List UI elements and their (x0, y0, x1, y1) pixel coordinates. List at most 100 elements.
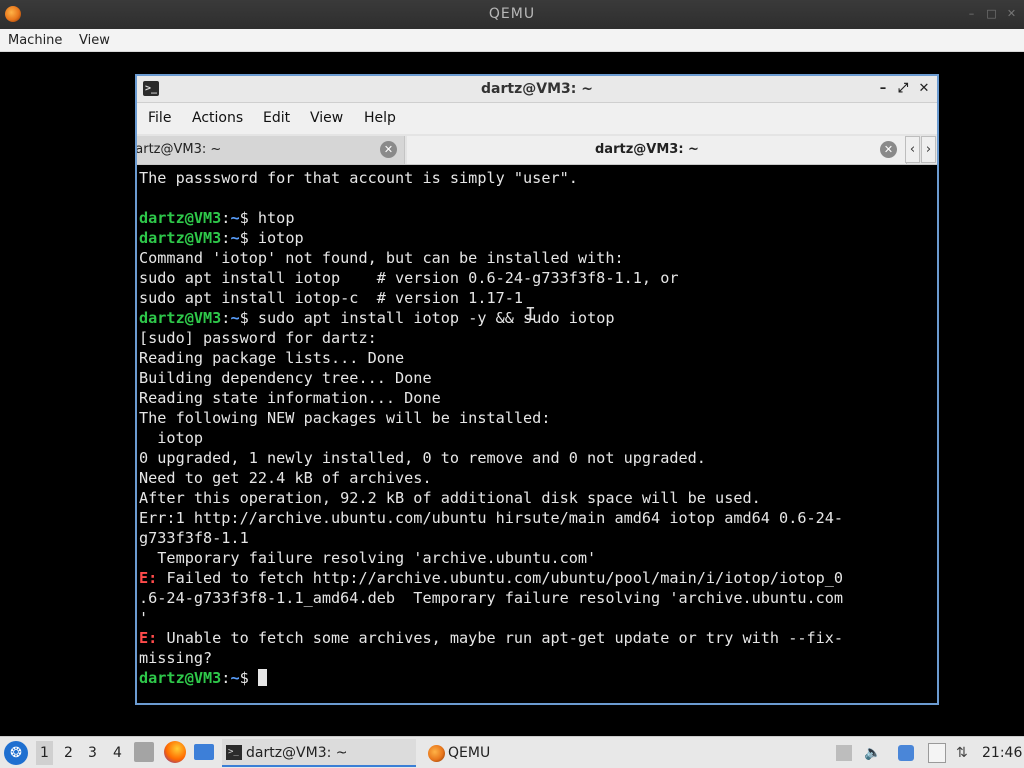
menu-view[interactable]: View (79, 33, 110, 48)
output-text: ' (139, 609, 149, 627)
terminal-title: dartz@VM3: ~ (481, 81, 593, 97)
network-icon[interactable]: ⇅ (956, 745, 968, 768)
terminal-titlebar[interactable]: >_ dartz@VM3: ~ – ⤢ ✕ (137, 76, 937, 103)
output-text: missing? (139, 649, 213, 667)
error-text: Failed to fetch http://archive.ubuntu.co… (157, 569, 844, 587)
minimize-button[interactable]: – (875, 80, 891, 98)
error-text: Unable to fetch some archives, maybe run… (157, 629, 844, 647)
output-text: Command 'iotop' not found, but can be in… (139, 249, 624, 267)
tab-label: dartz@VM3: ~ (595, 142, 699, 157)
task-terminal-label: dartz@VM3: ~ (246, 745, 348, 761)
prompt-user: dartz@VM3 (139, 669, 222, 687)
qemu-window-title: QEMU (488, 6, 536, 22)
task-terminal[interactable]: >_ dartz@VM3: ~ (222, 739, 416, 767)
terminal-line: g733f3f8-1.1 (139, 528, 937, 548)
output-text: Building dependency tree... Done (139, 369, 432, 387)
terminal-output[interactable]: The passsword for that account is simply… (137, 166, 937, 703)
terminal-line: dartz@VM3:~$ iotop (139, 228, 937, 248)
terminal-line: Err:1 http://archive.ubuntu.com/ubuntu h… (139, 508, 937, 528)
menu-help[interactable]: Help (364, 110, 396, 126)
minimize-icon[interactable]: – (966, 8, 978, 20)
terminal-cursor (257, 669, 267, 686)
tab-label: dartz@VM3: ~ (137, 142, 222, 157)
output-text: Reading state information... Done (139, 389, 441, 407)
firefox-icon[interactable] (164, 741, 186, 763)
maximize-button[interactable]: ⤢ (895, 80, 911, 98)
file-manager-icon[interactable] (134, 742, 154, 762)
output-text: Temporary failure resolving 'archive.ubu… (139, 549, 597, 567)
tab-2[interactable]: dartz@VM3: ~ ✕ (407, 136, 907, 164)
terminal-line: Temporary failure resolving 'archive.ubu… (139, 548, 937, 568)
terminal-line: dartz@VM3:~$ sudo apt install iotop -y &… (139, 308, 937, 328)
terminal-line: sudo apt install iotop-c # version 1.17-… (139, 288, 937, 308)
start-menu-icon[interactable]: ❂ (4, 741, 28, 765)
maximize-icon[interactable]: □ (986, 8, 998, 20)
output-text: Err:1 http://archive.ubuntu.com/ubuntu h… (139, 509, 844, 527)
terminal-menubar: File Actions Edit View Help (137, 103, 937, 134)
volume-icon[interactable]: 🔈 (864, 745, 881, 768)
terminal-line: The passsword for that account is simply… (139, 168, 937, 188)
terminal-line: After this operation, 92.2 kB of additio… (139, 488, 937, 508)
terminal-line: [sudo] password for dartz: (139, 328, 937, 348)
error-tag: E: (139, 569, 158, 587)
prompt-path: ~ (230, 669, 240, 687)
prompt-path: ~ (230, 309, 240, 327)
tab-scroll-left-icon[interactable]: ‹ (905, 136, 920, 163)
menu-machine[interactable]: Machine (8, 33, 62, 48)
output-text: Reading package lists... Done (139, 349, 405, 367)
output-text: sudo apt install iotop-c # version 1.17-… (139, 289, 524, 307)
tab-bar: dartz@VM3: ~ ✕ dartz@VM3: ~ ✕ ‹ › (137, 134, 937, 165)
output-text: [sudo] password for dartz: (139, 329, 377, 347)
tab-close-icon[interactable]: ✕ (880, 141, 897, 158)
prompt-path: ~ (230, 209, 240, 227)
output-text: The passsword for that account is simply… (139, 169, 578, 187)
tab-scroll-right-icon[interactable]: › (921, 136, 936, 163)
tab-1[interactable]: dartz@VM3: ~ ✕ (137, 136, 405, 164)
notes-icon[interactable] (928, 743, 946, 763)
output-text: .6-24-g733f3f8-1.1_amd64.deb Temporary f… (139, 589, 844, 607)
workspace-4[interactable]: 4 (113, 745, 122, 768)
terminal-line: E: Failed to fetch http://archive.ubuntu… (139, 568, 937, 588)
prompt-command: $ iotop (239, 229, 304, 247)
clock[interactable]: 21:46 (982, 745, 1022, 768)
menu-actions[interactable]: Actions (192, 110, 243, 126)
terminal-line: .6-24-g733f3f8-1.1_amd64.deb Temporary f… (139, 588, 937, 608)
close-icon[interactable]: ✕ (1006, 8, 1018, 20)
output-text: The following NEW packages will be insta… (139, 409, 551, 427)
menu-view[interactable]: View (310, 110, 343, 126)
workspace-3[interactable]: 3 (88, 745, 97, 768)
prompt-user: dartz@VM3 (139, 209, 222, 227)
menu-file[interactable]: File (148, 110, 171, 126)
clipboard-icon[interactable] (836, 745, 852, 761)
terminal-line: iotop (139, 428, 937, 448)
prompt-path: ~ (230, 229, 240, 247)
text-cursor-ibeam-icon: I (525, 304, 536, 325)
terminal-line: 0 upgraded, 1 newly installed, 0 to remo… (139, 448, 937, 468)
prompt-user: dartz@VM3 (139, 229, 222, 247)
terminal-line: Reading state information... Done (139, 388, 937, 408)
output-text: 0 upgraded, 1 newly installed, 0 to remo… (139, 449, 706, 467)
prompt-user: dartz@VM3 (139, 309, 222, 327)
qemu-menubar: Machine View (0, 29, 1024, 52)
desktop-icon[interactable] (194, 744, 214, 760)
error-tag: E: (139, 629, 158, 647)
close-button[interactable]: ✕ (916, 80, 932, 98)
prompt-command: $ sudo apt install iotop -y && sudo ioto… (239, 309, 615, 327)
terminal-line: Building dependency tree... Done (139, 368, 937, 388)
task-qemu[interactable]: QEMU (424, 739, 544, 767)
tab-close-icon[interactable]: ✕ (380, 141, 397, 158)
output-text: sudo apt install iotop # version 0.6-24-… (139, 269, 679, 287)
terminal-line: dartz@VM3:~$ (139, 668, 937, 688)
qemu-icon (428, 745, 445, 762)
output-text: Need to get 22.4 kB of archives. (139, 469, 432, 487)
menu-edit[interactable]: Edit (263, 110, 290, 126)
taskbar: ❂ 1 2 3 4 >_ dartz@VM3: ~ QEMU 🔈 ⇅ 21:46 (0, 736, 1024, 768)
terminal-line: Reading package lists... Done (139, 348, 937, 368)
terminal-line: Command 'iotop' not found, but can be in… (139, 248, 937, 268)
notification-icon[interactable] (898, 745, 914, 761)
terminal-line: missing? (139, 648, 937, 668)
workspace-2[interactable]: 2 (64, 745, 73, 768)
prompt-command: $ htop (239, 209, 295, 227)
workspace-1[interactable]: 1 (36, 741, 53, 765)
